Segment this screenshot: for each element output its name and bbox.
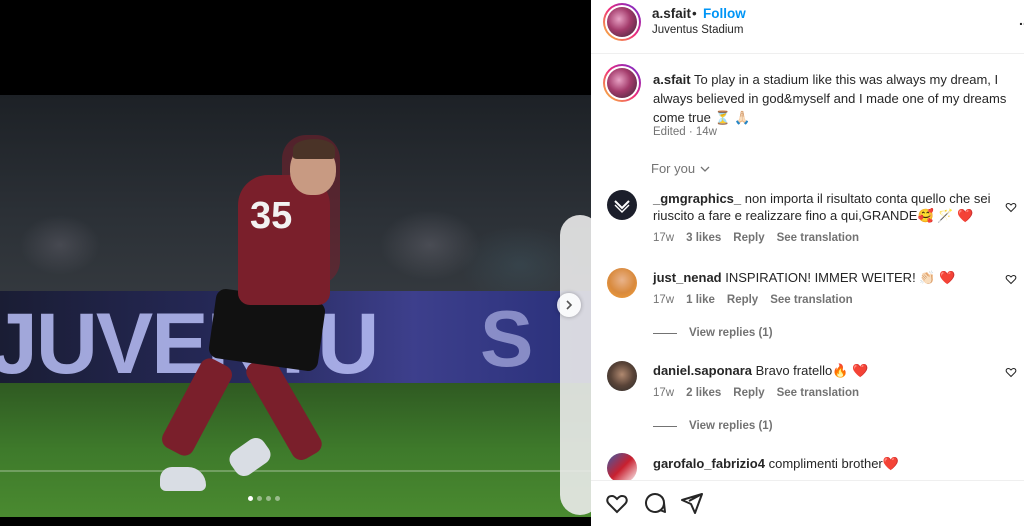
reply-button[interactable]: Reply (733, 387, 764, 399)
post-photo: JUVENTU S 35 (0, 95, 591, 517)
comment-body: just_nenad INSPIRATION! IMMER WEITER! 👏🏻… (653, 269, 1003, 286)
comment-meta: 17w 1 like Reply See translation (653, 294, 853, 306)
caption-emoji: ⏳ 🙏🏻 (714, 110, 751, 125)
photo-board-text-right: S (480, 294, 534, 383)
commenter-avatar[interactable] (607, 361, 637, 391)
heart-icon[interactable] (605, 491, 629, 515)
comment-meta: 17w 3 likes Reply See translation (653, 232, 859, 244)
view-replies-button[interactable]: View replies (1) (653, 327, 773, 339)
comment-age: 17w (653, 387, 675, 399)
more-options-button[interactable]: ... (1019, 12, 1024, 28)
gm-logo-icon (614, 200, 630, 213)
post-action-bar (591, 480, 1024, 526)
photo-pitch-line (0, 470, 591, 472)
see-translation-button[interactable]: See translation (770, 294, 852, 306)
carousel-dot (248, 496, 253, 501)
like-comment-icon[interactable] (1005, 273, 1017, 285)
follow-button[interactable]: Follow (703, 6, 746, 21)
replies-divider (653, 332, 677, 334)
view-replies-label: View replies (1) (689, 327, 773, 339)
replies-divider (653, 425, 677, 427)
caption-author-avatar[interactable] (603, 64, 641, 102)
comment-sort-dropdown[interactable]: For you (651, 161, 711, 176)
author-avatar[interactable] (603, 3, 641, 41)
comment-likes[interactable]: 3 likes (686, 232, 721, 244)
player-jersey-number: 35 (250, 195, 293, 237)
player-boot (160, 467, 206, 491)
comment-icon[interactable] (643, 491, 667, 515)
comment-meta: 17w 2 likes Reply See translation (653, 387, 859, 399)
commenter-avatar[interactable] (607, 190, 637, 220)
comment-age: 17w (653, 232, 675, 244)
caption-username[interactable]: a.sfait (653, 72, 691, 87)
carousel-dot (266, 496, 271, 501)
comment-age: 17w (653, 294, 675, 306)
comment-body: _gmgraphics_ non importa il risultato co… (653, 190, 1003, 224)
carousel-indicator (0, 496, 528, 501)
caption-text: To play in a stadium like this was alway… (653, 72, 1007, 125)
chevron-down-icon (700, 166, 710, 172)
comment-likes[interactable]: 1 like (686, 294, 715, 306)
header-separator: • (692, 6, 697, 21)
carousel-dot (275, 496, 280, 501)
chevron-right-icon (566, 300, 573, 310)
author-username[interactable]: a.sfait (652, 6, 691, 21)
post-location[interactable]: Juventus Stadium (652, 24, 743, 36)
comment-text: complimenti brother❤️ (768, 456, 899, 471)
commenter-avatar[interactable] (607, 268, 637, 298)
meta-separator: · (688, 126, 696, 138)
comment-username[interactable]: garofalo_fabrizio4 (653, 456, 765, 471)
comment-username[interactable]: daniel.saponara (653, 363, 752, 378)
see-translation-button[interactable]: See translation (777, 387, 859, 399)
carousel-dot (257, 496, 262, 501)
reply-button[interactable]: Reply (727, 294, 758, 306)
comment-username[interactable]: _gmgraphics_ (653, 191, 741, 206)
comment-username[interactable]: just_nenad (653, 270, 722, 285)
edited-label: Edited (653, 126, 686, 138)
share-icon[interactable] (680, 491, 704, 515)
comment-text: Bravo fratello🔥 ❤️ (755, 363, 869, 378)
post-caption: a.sfait To play in a stadium like this w… (653, 70, 1013, 127)
view-replies-label: View replies (1) (689, 420, 773, 432)
post-media: JUVENTU S 35 (0, 0, 591, 526)
photo-opponent-player (560, 215, 591, 515)
like-comment-icon[interactable] (1005, 201, 1017, 213)
player-hair (293, 139, 335, 159)
comment-body: garofalo_fabrizio4 complimenti brother❤️ (653, 455, 1003, 472)
commenter-avatar[interactable] (607, 453, 637, 483)
comment-text: INSPIRATION! IMMER WEITER! 👏🏻 ❤️ (725, 270, 956, 285)
post-details-panel: a.sfait • Follow Juventus Stadium ... a.… (591, 0, 1024, 526)
carousel-next-button[interactable] (557, 293, 581, 317)
comment-likes[interactable]: 2 likes (686, 387, 721, 399)
post-header: a.sfait • Follow Juventus Stadium ... (591, 0, 1024, 54)
comment-body: daniel.saponara Bravo fratello🔥 ❤️ (653, 362, 1003, 379)
comment-sort-label: For you (651, 161, 696, 176)
like-comment-icon[interactable] (1005, 366, 1017, 378)
view-replies-button[interactable]: View replies (1) (653, 420, 773, 432)
caption-age: 14w (695, 126, 717, 138)
reply-button[interactable]: Reply (733, 232, 764, 244)
instagram-post-dialog: JUVENTU S 35 a.sfait • Follow Juventus S… (0, 0, 1024, 526)
caption-meta: Edited · 14w (653, 126, 717, 138)
see-translation-button[interactable]: See translation (777, 232, 859, 244)
